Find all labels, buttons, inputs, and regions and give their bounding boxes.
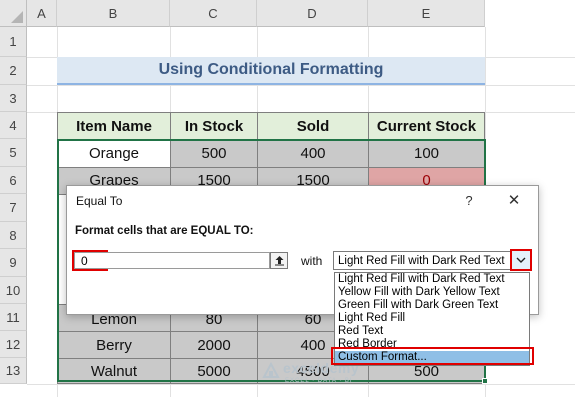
format-option[interactable]: Light Red Fill with Dark Red Text xyxy=(335,273,529,286)
close-button[interactable]: ✕ xyxy=(503,189,525,211)
row-header-7[interactable]: 7 xyxy=(0,194,27,222)
cell-item[interactable]: Orange xyxy=(57,139,171,168)
with-label: with xyxy=(301,254,323,268)
row-header-3[interactable]: 3 xyxy=(0,85,27,112)
help-button[interactable]: ? xyxy=(459,189,479,211)
format-options-list[interactable]: Light Red Fill with Dark Red Text Yellow… xyxy=(334,272,530,366)
format-prompt-label: Format cells that are EQUAL TO: xyxy=(75,225,254,237)
gridline xyxy=(27,85,575,86)
collapse-dialog-button[interactable] xyxy=(270,252,288,269)
header-current-stock[interactable]: Current Stock xyxy=(368,112,485,140)
sheet-title[interactable]: Using Conditional Formatting xyxy=(57,57,485,85)
column-header-c[interactable]: C xyxy=(170,0,257,27)
dialog-title: Equal To xyxy=(76,194,123,208)
column-header-e[interactable]: E xyxy=(368,0,485,27)
cell-in-stock[interactable]: 500 xyxy=(170,139,258,168)
row-header-1[interactable]: 1 xyxy=(0,27,27,57)
select-all-corner[interactable] xyxy=(0,0,27,27)
header-item-name[interactable]: Item Name xyxy=(57,112,171,140)
watermark-logo-icon xyxy=(262,361,280,378)
row-header-10[interactable]: 10 xyxy=(0,277,27,304)
format-select[interactable]: Light Red Fill with Dark Red Text xyxy=(333,251,511,270)
row-header-2[interactable]: 2 xyxy=(0,57,27,85)
column-header-b[interactable]: B xyxy=(57,0,170,27)
watermark-tagline: EXCEL · DATA · BI xyxy=(285,378,353,384)
cell-item[interactable]: Berry xyxy=(57,331,171,359)
cell-in-stock[interactable]: 5000 xyxy=(170,358,258,384)
row-header-11[interactable]: 11 xyxy=(0,304,27,331)
row-header-9[interactable]: 9 xyxy=(0,249,27,277)
value-input[interactable]: 0 xyxy=(74,252,270,269)
upload-arrow-icon xyxy=(274,256,284,266)
format-option[interactable]: Yellow Fill with Dark Yellow Text xyxy=(335,286,529,299)
row-header-8[interactable]: 8 xyxy=(0,222,27,249)
row-header-12[interactable]: 12 xyxy=(0,331,27,358)
row-header-4[interactable]: 4 xyxy=(0,112,27,139)
format-option-custom[interactable]: Custom Format... xyxy=(335,351,529,364)
format-option[interactable]: Green Fill with Dark Green Text xyxy=(335,299,529,312)
row-header-13[interactable]: 13 xyxy=(0,358,27,384)
format-option[interactable]: Red Border xyxy=(335,338,529,351)
header-in-stock[interactable]: In Stock xyxy=(170,112,258,140)
row-header-6[interactable]: 6 xyxy=(0,167,27,194)
cell-in-stock[interactable]: 2000 xyxy=(170,331,258,359)
row-header-5[interactable]: 5 xyxy=(0,139,27,167)
format-dropdown-button[interactable] xyxy=(510,249,532,271)
fill-handle[interactable] xyxy=(482,378,488,384)
header-sold[interactable]: Sold xyxy=(257,112,369,140)
format-option[interactable]: Light Red Fill xyxy=(335,312,529,325)
chevron-down-icon xyxy=(516,257,526,263)
cell-item[interactable]: Walnut xyxy=(57,358,171,384)
cell-current-stock[interactable]: 100 xyxy=(368,139,485,168)
column-header-a[interactable]: A xyxy=(27,0,57,27)
format-option[interactable]: Red Text xyxy=(335,325,529,338)
cell-sold[interactable]: 400 xyxy=(257,139,369,168)
column-header-d[interactable]: D xyxy=(257,0,368,27)
